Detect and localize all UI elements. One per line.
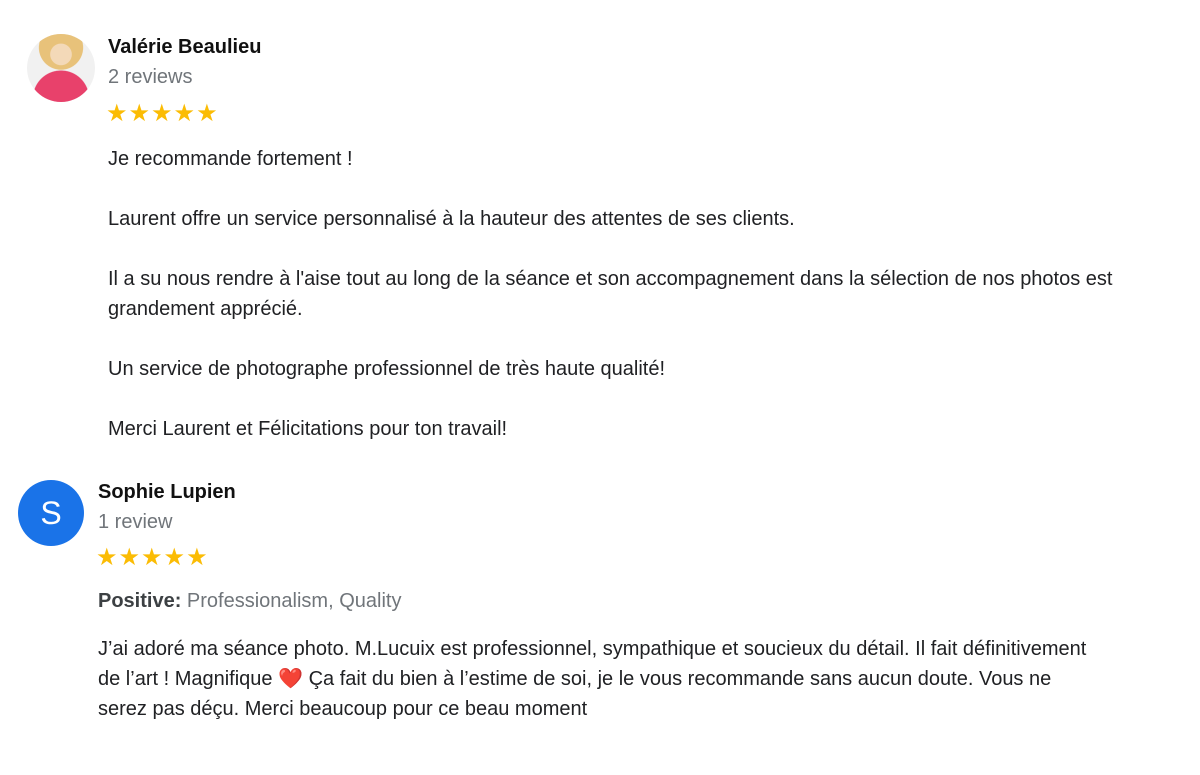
review-count[interactable]: 2 reviews	[108, 66, 192, 89]
heart-emoji: ❤️	[278, 668, 304, 690]
review-paragraph: Il a su nous rendre à l'aise tout au lon…	[108, 268, 1113, 320]
star-rating: ★★★★★	[106, 100, 219, 127]
review-paragraph: Laurent offre un service personnalisé à …	[108, 208, 795, 230]
avatar-letter: S	[18, 480, 84, 546]
review-attributes: Positive: Professionalism, Quality	[98, 590, 401, 613]
review-paragraph: Un service de photographe professionnel …	[108, 358, 666, 380]
review-paragraph: Je recommande fortement !	[108, 148, 353, 170]
positive-label: Positive:	[98, 590, 182, 612]
star-rating: ★★★★★	[96, 544, 209, 571]
reviewer-name[interactable]: Sophie Lupien	[98, 481, 236, 504]
positive-values: Professionalism, Quality	[186, 590, 402, 612]
review-paragraph: Merci Laurent et Félicitations pour ton …	[108, 418, 508, 440]
avatar[interactable]	[27, 34, 95, 102]
avatar[interactable]: S	[18, 480, 84, 546]
reviewer-name[interactable]: Valérie Beaulieu	[108, 36, 261, 59]
review-text: J’ai adoré ma séance photo. M.Lucuix est…	[98, 634, 1088, 724]
review-count[interactable]: 1 review	[98, 511, 172, 534]
review-text: Je recommande fortement ! Laurent offre …	[108, 144, 1118, 444]
avatar-photo	[27, 34, 95, 102]
